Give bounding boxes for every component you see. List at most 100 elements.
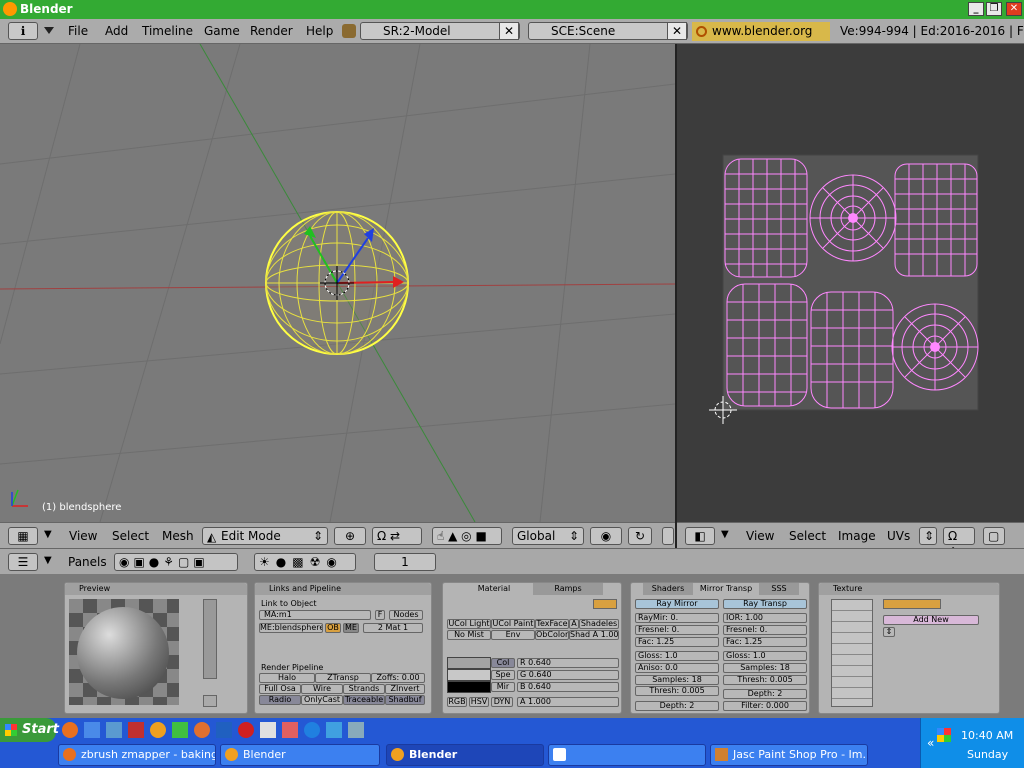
ztransp-button[interactable]: ZTransp [315, 673, 371, 683]
material-name-field[interactable]: MA:m1 [259, 610, 371, 620]
menu-view[interactable]: View [69, 529, 97, 543]
menu-help[interactable]: Help [306, 24, 333, 38]
ie-icon[interactable] [84, 722, 100, 738]
transp-depth-field[interactable]: Depth: 2 [723, 689, 807, 699]
ucol-light-button[interactable]: UCol Light [447, 619, 491, 629]
collapse-header-icon[interactable]: ▼ [44, 555, 52, 566]
wire-button[interactable]: Wire [301, 684, 343, 694]
app-icon[interactable] [106, 722, 122, 738]
mirror-fac-slider[interactable]: Fac: 1.25 [635, 637, 719, 647]
screen-select[interactable]: SR:2-Model ✕ [360, 22, 520, 40]
alpha-slider[interactable]: A 1.000 [517, 697, 619, 707]
scene-delete-button[interactable]: ✕ [667, 22, 687, 40]
task-untitled[interactable] [548, 744, 706, 766]
tab-ramps[interactable]: Ramps [533, 583, 603, 595]
uv-select-mode[interactable]: ⇕ [919, 527, 937, 545]
tray-expand-icon[interactable]: « [927, 736, 934, 750]
info-window-type-icon[interactable]: ℹ [8, 22, 38, 40]
layer-toggle[interactable]: ◉ [590, 527, 622, 545]
no-mist-button[interactable]: No Mist [447, 630, 491, 640]
subcontext-buttons[interactable]: ☀●▩☢◉ [254, 553, 356, 571]
task-zbrush[interactable]: zbrush zmapper - baking ... [58, 744, 216, 766]
app-icon[interactable] [128, 722, 144, 738]
dyn-mode-button[interactable]: DYN [491, 697, 513, 707]
mode-select[interactable]: ◭ Edit Mode ⇕ [202, 527, 328, 545]
proportional-edit-button[interactable]: Ω ⇄ [372, 527, 422, 545]
ior-slider[interactable]: IOR: 1.00 [723, 613, 807, 623]
firefox-icon[interactable] [62, 722, 78, 738]
green-slider[interactable]: G 0.640 [517, 670, 619, 680]
pivot-select[interactable]: ⊕ [334, 527, 366, 545]
raymir-slider[interactable]: RayMir: 0. [635, 613, 719, 623]
shadbuf-button[interactable]: Shadbuf [385, 695, 425, 705]
rgb-mode-button[interactable]: RGB [447, 697, 467, 707]
material-index-field[interactable]: 2 Mat 1 [363, 623, 423, 633]
app-icon[interactable] [282, 722, 298, 738]
maximize-button[interactable]: ❐ [986, 2, 1002, 16]
texture-browse-button[interactable]: ⇕ [883, 627, 895, 637]
buttons-window-type-icon[interactable]: ☰ [8, 553, 38, 571]
collapse-header-icon[interactable]: ▼ [44, 529, 52, 540]
texface-button[interactable]: TexFace [535, 619, 569, 629]
blender-icon[interactable] [150, 722, 166, 738]
nodes-button[interactable]: Nodes [389, 610, 423, 620]
app-icon[interactable] [260, 722, 276, 738]
task-paint-shop-pro[interactable]: Jasc Paint Shop Pro - Im... [710, 744, 868, 766]
transp-fac-slider[interactable]: Fac: 1.25 [723, 637, 807, 647]
full-osa-button[interactable]: Full Osa [259, 684, 301, 694]
preview-type-buttons[interactable] [203, 599, 217, 679]
menu-add[interactable]: Add [105, 24, 128, 38]
menu-timeline[interactable]: Timeline [142, 24, 193, 38]
transp-samples-field[interactable]: Samples: 18 [723, 663, 807, 673]
obcolor-button[interactable]: ObColor [535, 630, 569, 640]
mirror-fresnel-slider[interactable]: Fresnel: 0. [635, 625, 719, 635]
radio-button[interactable]: Radio [259, 695, 301, 705]
app-icon[interactable] [194, 722, 210, 738]
frame-number-field[interactable]: 1 [374, 553, 436, 571]
hsv-mode-button[interactable]: HSV [469, 697, 489, 707]
uv-proportional-button[interactable]: Ω ⇕ [943, 527, 975, 559]
material-copy-buttons[interactable] [593, 599, 617, 609]
start-button[interactable]: Start [0, 718, 59, 742]
zoffs-field[interactable]: Zoffs: 0.00 [371, 673, 425, 683]
app-icon[interactable] [304, 722, 320, 738]
collapse-menu-icon[interactable] [44, 27, 54, 34]
spe-button[interactable]: Spe [491, 670, 515, 680]
menu-view[interactable]: View [746, 529, 774, 543]
panels-menu[interactable]: Panels [68, 555, 107, 569]
fake-user-button[interactable]: F [375, 610, 385, 620]
blender-site-link[interactable]: www.blender.org 248 [692, 22, 830, 57]
texture-copy-buttons[interactable] [883, 599, 941, 609]
link-me-button[interactable]: ME [343, 623, 359, 633]
filter-field[interactable]: Filter: 0.000 [723, 701, 807, 711]
image-window-type-icon[interactable]: ◧ [685, 527, 715, 545]
tab-material[interactable]: Material [459, 583, 529, 595]
mir-button[interactable]: Mir [491, 682, 515, 692]
menu-uvs[interactable]: UVs [887, 529, 910, 543]
shad-alpha-field[interactable]: Shad A 1.00 [569, 630, 619, 640]
app-icon[interactable] [216, 722, 232, 738]
tab-shaders[interactable]: Shaders [643, 583, 693, 595]
col-swatch[interactable] [447, 657, 491, 669]
link-ob-button[interactable]: OB [325, 623, 341, 633]
ray-mirror-button[interactable]: Ray Mirror [635, 599, 719, 609]
context-buttons[interactable]: ◉▣●⚘▢▣ [114, 553, 238, 571]
mirror-samples-field[interactable]: Samples: 18 [635, 675, 719, 685]
uv-sticky-button[interactable]: ▢ [983, 527, 1005, 545]
render-toggle[interactable]: ↻ [628, 527, 652, 545]
menu-render[interactable]: Render [250, 24, 293, 38]
header-scroll[interactable] [662, 527, 674, 545]
close-button[interactable]: ✕ [1006, 2, 1022, 16]
shadeless-button[interactable]: Shadeles [579, 619, 619, 629]
screen-delete-button[interactable]: ✕ [499, 22, 519, 40]
task-blender-2[interactable]: Blender [386, 744, 544, 766]
spe-swatch[interactable] [447, 669, 491, 681]
red-slider[interactable]: R 0.640 [517, 658, 619, 668]
strands-button[interactable]: Strands [343, 684, 385, 694]
manipulator-buttons[interactable]: ☝ ▲ ◎ ■ [432, 527, 502, 545]
transp-gloss-slider[interactable]: Gloss: 1.0 [723, 651, 807, 661]
collapse-header-icon[interactable]: ▼ [721, 529, 729, 540]
mir-swatch[interactable] [447, 681, 491, 693]
minimize-button[interactable]: _ [968, 2, 984, 16]
mirror-thresh-field[interactable]: Thresh: 0.005 [635, 686, 719, 696]
